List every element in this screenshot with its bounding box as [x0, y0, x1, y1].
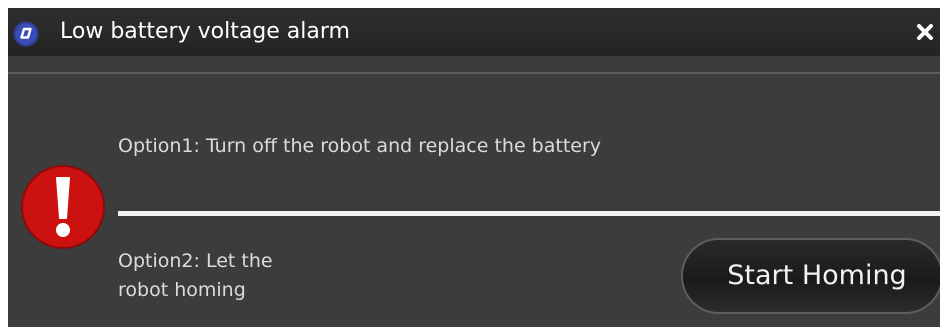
alarm-dialog: Low battery voltage alarm Option1: Turn … — [8, 8, 940, 327]
option2-text: Option2: Let the robot homing — [118, 247, 338, 305]
divider — [118, 211, 940, 216]
start-homing-button[interactable]: Start Homing — [681, 238, 940, 314]
window-title: Low battery voltage alarm — [60, 19, 350, 44]
close-icon[interactable] — [914, 21, 936, 43]
app-logo-icon — [13, 21, 39, 47]
option1-text: Option1: Turn off the robot and replace … — [118, 135, 602, 157]
title-bar[interactable]: Low battery voltage alarm — [8, 8, 940, 56]
option2-line2: robot homing — [118, 279, 246, 301]
option2-line1: Option2: Let the — [118, 250, 273, 272]
title-separator — [8, 72, 940, 74]
error-exclamation-icon — [21, 165, 105, 249]
